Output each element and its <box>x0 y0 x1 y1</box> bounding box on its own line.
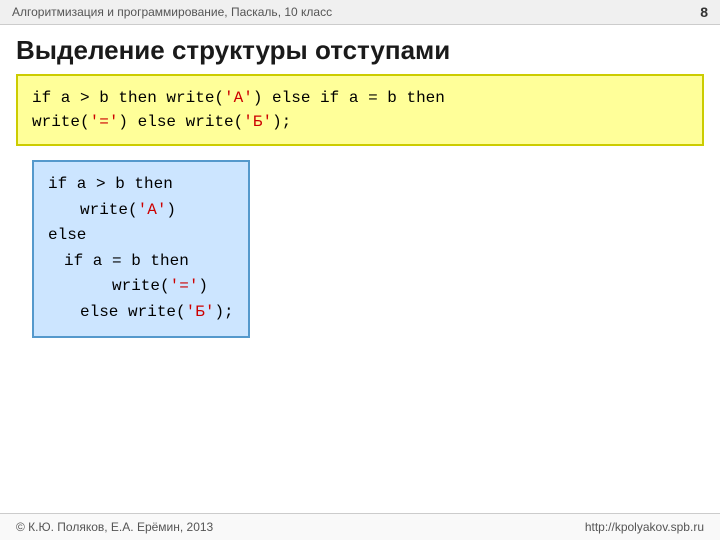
code-block-structured-container: if a > b then write('A') else if a = b t… <box>16 160 704 352</box>
page-title: Выделение структуры отступами <box>0 25 720 74</box>
header-subtitle: Алгоритмизация и программирование, Паска… <box>12 5 332 19</box>
code-line-s3: else <box>48 223 234 249</box>
code-block-structured: if a > b then write('A') else if a = b t… <box>32 160 250 338</box>
code-line-2: write('=') else write('Б'); <box>32 113 291 131</box>
footer-copyright: © К.Ю. Поляков, Е.А. Ерёмин, 2013 <box>16 520 213 534</box>
footer: © К.Ю. Поляков, Е.А. Ерёмин, 2013 http:/… <box>0 513 720 540</box>
footer-url: http://kpolyakov.spb.ru <box>585 520 704 534</box>
code-line-1: if a > b then write('A') else if a = b t… <box>32 89 445 107</box>
header-bar: Алгоритмизация и программирование, Паска… <box>0 0 720 25</box>
code-line-s1: if a > b then <box>48 172 234 198</box>
code-line-s6: else write('Б'); <box>48 300 234 326</box>
code-block-inline: if a > b then write('A') else if a = b t… <box>16 74 704 146</box>
code-line-s4: if a = b then <box>48 249 234 275</box>
code-line-s5: write('=') <box>48 274 234 300</box>
header-page: 8 <box>700 4 708 20</box>
code-line-s2: write('A') <box>48 198 234 224</box>
